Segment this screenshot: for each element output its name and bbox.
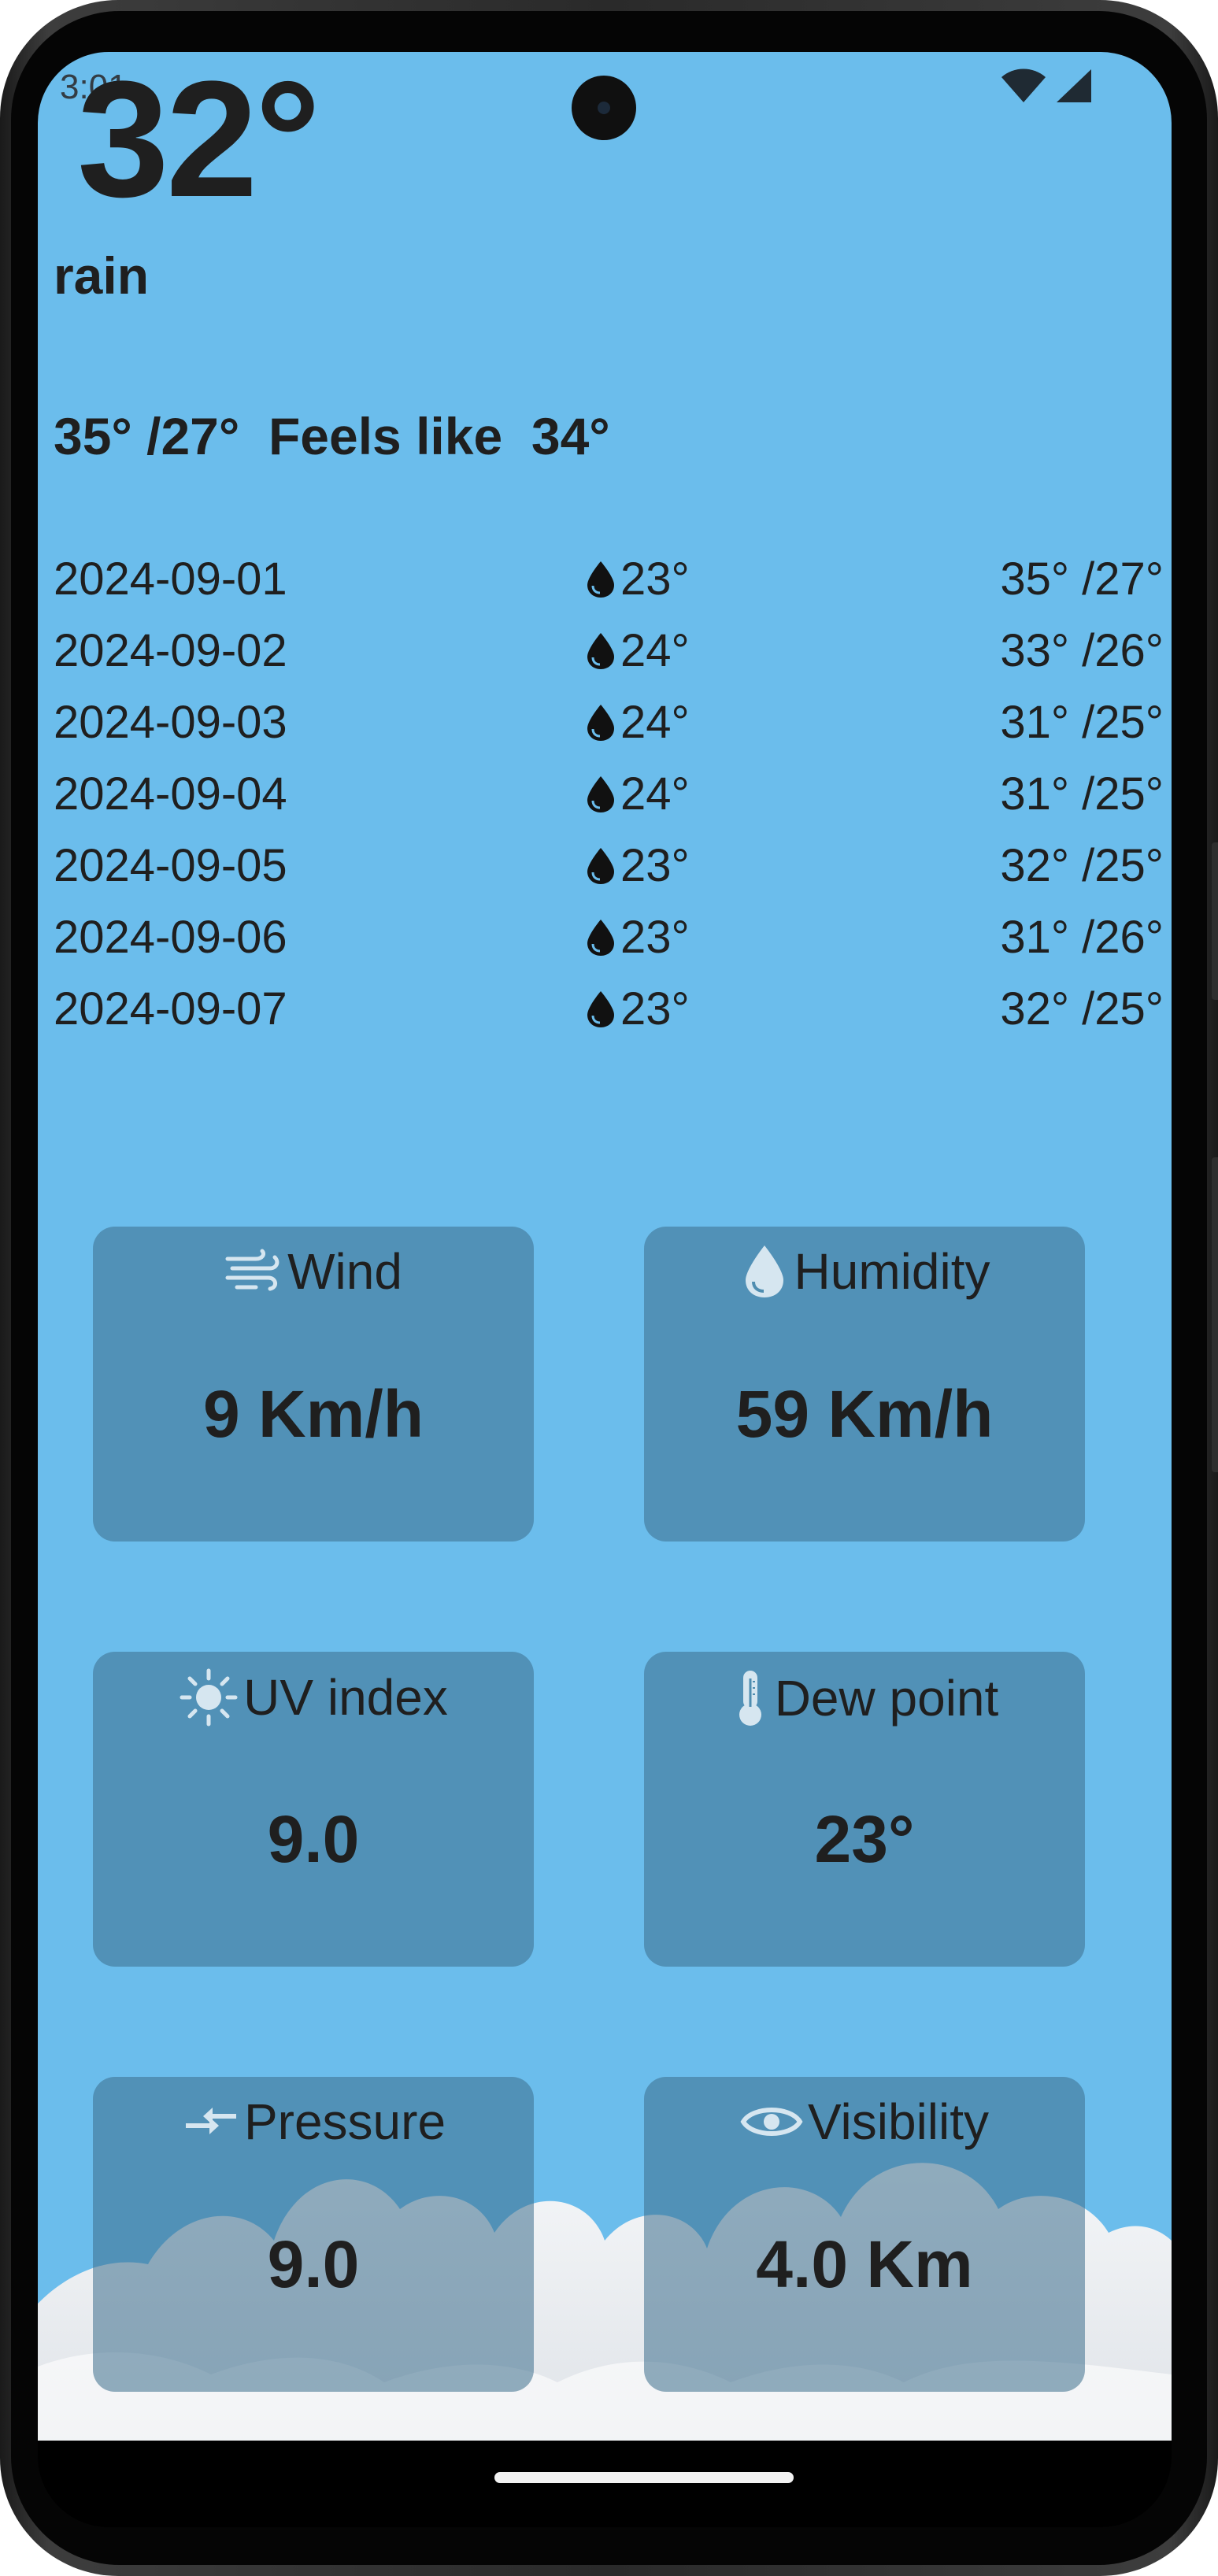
dew-point-value: 23°: [814, 1802, 915, 1876]
forecast-rain-temp: 24°: [620, 697, 690, 748]
forecast-rain-temp: 23°: [620, 553, 690, 605]
card-header: Humidity: [644, 1242, 1085, 1301]
card-header: Dew point: [644, 1667, 1085, 1729]
card-header: Pressure: [93, 2093, 534, 2151]
droplet-icon: [745, 1245, 783, 1297]
droplet-icon: [587, 561, 614, 598]
forecast-row: 2024-09-06 23° 31° /26°: [54, 911, 1164, 974]
forecast-rain: 24°: [584, 624, 690, 677]
pressure-card: Pressure 9.0: [93, 2077, 534, 2392]
forecast-rain-temp: 23°: [620, 912, 690, 963]
weather-condition: rain: [54, 246, 150, 305]
forecast-rain-temp: 23°: [620, 983, 690, 1034]
forecast-date: 2024-09-03: [54, 697, 287, 748]
forecast-date: 2024-09-07: [54, 983, 287, 1034]
uv-index-label: UV index: [243, 1669, 448, 1726]
card-header: Visibility: [644, 2093, 1085, 2151]
forecast-high-low: 31° /25°: [1000, 768, 1164, 820]
wind-icon: [225, 1249, 280, 1291]
card-header: Wind: [93, 1242, 534, 1301]
visibility-value: 4.0 Km: [756, 2227, 973, 2301]
app-screen: 3:01 32° rain 35° /27° Feels like 34° 20…: [38, 52, 1172, 2441]
pressure-label: Pressure: [243, 2093, 446, 2150]
forecast-row: 2024-09-02 24° 33° /26°: [54, 624, 1164, 687]
current-temperature: 32°: [77, 52, 321, 231]
eye-icon: [740, 2108, 803, 2136]
forecast-rain: 23°: [584, 553, 690, 605]
uv-index-value: 9.0: [267, 1802, 360, 1876]
forecast-date: 2024-09-06: [54, 912, 287, 963]
forecast-row: 2024-09-04 24° 31° /25°: [54, 768, 1164, 831]
dew-point-card: Dew point 23°: [644, 1652, 1085, 1967]
forecast-rain: 24°: [584, 696, 690, 749]
forecast-date: 2024-09-05: [54, 840, 287, 891]
home-gesture-handle[interactable]: [494, 2472, 794, 2483]
visibility-card: Visibility 4.0 Km: [644, 2077, 1085, 2392]
droplet-icon: [587, 775, 614, 812]
forecast-row: 2024-09-01 23° 35° /27°: [54, 553, 1164, 616]
humidity-value: 59 Km/h: [735, 1377, 994, 1451]
humidity-card: Humidity 59 Km/h: [644, 1227, 1085, 1542]
forecast-rain: 23°: [584, 911, 690, 964]
pressure-arrows-icon: [185, 2108, 236, 2134]
forecast-date: 2024-09-04: [54, 768, 287, 820]
volume-button: [1212, 1157, 1218, 1472]
front-camera: [572, 76, 636, 140]
today-high-low: 35° /27°: [54, 407, 240, 465]
humidity-label: Humidity: [794, 1243, 990, 1300]
forecast-row: 2024-09-05 23° 32° /25°: [54, 839, 1164, 902]
wind-card: Wind 9 Km/h: [93, 1227, 534, 1542]
wind-label: Wind: [287, 1243, 402, 1300]
forecast-date: 2024-09-02: [54, 625, 287, 676]
droplet-icon: [587, 990, 614, 1027]
feels-like-value: 34°: [531, 407, 610, 465]
sun-icon: [180, 1668, 238, 1727]
uv-index-card: UV index 9.0: [93, 1652, 534, 1967]
droplet-icon: [587, 847, 614, 884]
feels-like-label: Feels like: [268, 407, 503, 465]
droplet-icon: [587, 632, 614, 669]
forecast-high-low: 32° /25°: [1000, 840, 1164, 891]
forecast-date: 2024-09-01: [54, 553, 287, 605]
forecast-high-low: 35° /27°: [1000, 553, 1164, 605]
wifi-icon: [1001, 68, 1046, 102]
power-button: [1212, 842, 1218, 1000]
pressure-value: 9.0: [267, 2227, 360, 2301]
cellular-signal-icon: [1057, 69, 1091, 102]
dew-point-label: Dew point: [774, 1670, 999, 1727]
gesture-nav-bar: [38, 2441, 1172, 2527]
forecast-row: 2024-09-03 24° 31° /25°: [54, 696, 1164, 759]
wind-value: 9 Km/h: [202, 1377, 424, 1451]
forecast-rain-temp: 24°: [620, 625, 690, 676]
phone-frame: 3:01 32° rain 35° /27° Feels like 34° 20…: [0, 0, 1218, 2576]
forecast-rain-temp: 24°: [620, 768, 690, 820]
today-summary: 35° /27° Feels like 34°: [54, 406, 610, 466]
forecast-high-low: 31° /26°: [1000, 912, 1164, 963]
forecast-rain: 23°: [584, 983, 690, 1035]
forecast-rain-temp: 23°: [620, 840, 690, 891]
forecast-row: 2024-09-07 23° 32° /25°: [54, 983, 1164, 1046]
forecast-rain: 24°: [584, 768, 690, 820]
forecast-high-low: 31° /25°: [1000, 697, 1164, 748]
visibility-label: Visibility: [808, 2093, 989, 2150]
droplet-icon: [587, 704, 614, 741]
card-header: UV index: [93, 1667, 534, 1727]
droplet-icon: [587, 919, 614, 956]
thermometer-icon: [739, 1671, 761, 1726]
forecast-rain: 23°: [584, 839, 690, 892]
forecast-high-low: 33° /26°: [1000, 625, 1164, 676]
forecast-high-low: 32° /25°: [1000, 983, 1164, 1034]
